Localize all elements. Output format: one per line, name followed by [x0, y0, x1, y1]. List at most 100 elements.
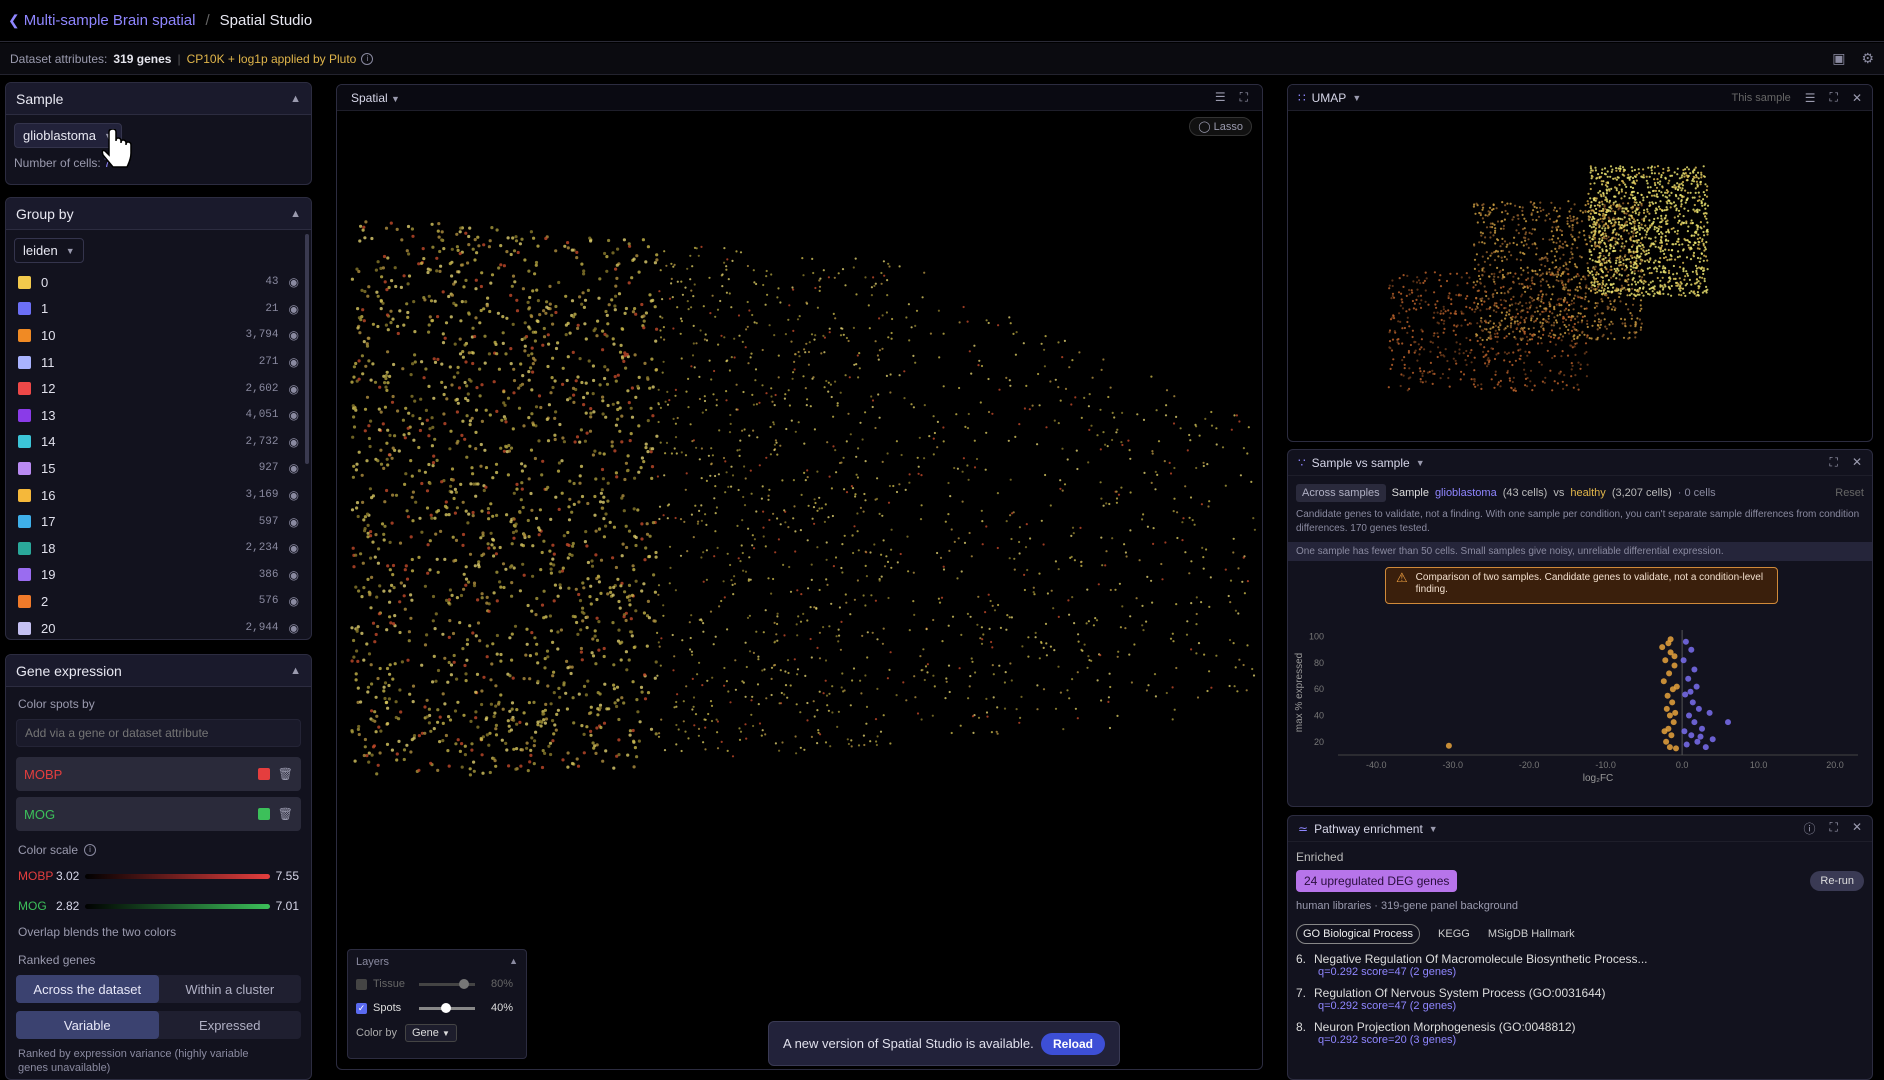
eye-icon[interactable]: ◉ [289, 408, 299, 422]
spots-checkbox[interactable]: ✓ [356, 1002, 367, 1014]
group-color-swatch[interactable] [18, 275, 31, 289]
umap-scope[interactable]: This sample [1731, 92, 1790, 104]
group-color-swatch[interactable] [18, 302, 31, 316]
eye-icon[interactable]: ◉ [289, 275, 299, 289]
gene-search-input[interactable] [16, 719, 301, 747]
color-by-select[interactable]: Gene ▼ [404, 1024, 457, 1042]
spatial-tissue-plot[interactable] [337, 215, 1262, 915]
eye-icon[interactable]: ◉ [289, 568, 299, 582]
tissue-checkbox[interactable] [356, 978, 367, 990]
lasso-button[interactable]: ◯ Lasso [1189, 117, 1252, 136]
settings-sliders-icon[interactable]: ☰ [1805, 91, 1816, 105]
group-by-select[interactable]: leiden ▼ [14, 238, 84, 263]
group-row[interactable]: 19 386 ◉ [6, 562, 311, 589]
group-row[interactable]: 0 43 ◉ [6, 269, 311, 296]
group-row[interactable]: 16 3,169 ◉ [6, 482, 311, 509]
eye-icon[interactable]: ◉ [289, 435, 299, 449]
group-by-header[interactable]: Group by ▲ [6, 198, 311, 230]
eye-icon[interactable]: ◉ [289, 355, 299, 369]
trash-icon[interactable]: 🗑 [278, 807, 293, 821]
group-color-swatch[interactable] [18, 328, 31, 342]
spatial-spot [1147, 684, 1150, 687]
gene-chip-mog[interactable]: MOG 🗑 [16, 797, 301, 831]
group-color-swatch[interactable] [18, 408, 31, 422]
group-row[interactable]: 14 2,732 ◉ [6, 429, 311, 456]
umap-point [1628, 331, 1631, 334]
close-icon[interactable]: ✕ [1852, 91, 1862, 105]
eye-icon[interactable]: ◉ [289, 488, 299, 502]
spots-slider[interactable] [419, 1002, 475, 1013]
eye-icon[interactable]: ◉ [289, 541, 299, 555]
fullscreen-icon[interactable]: ⛶ [1830, 90, 1838, 105]
group-color-swatch[interactable] [18, 594, 31, 608]
umap-point [1387, 386, 1390, 389]
group-row[interactable]: 13 4,051 ◉ [6, 402, 311, 429]
gear-icon[interactable]: ⚙ [1861, 50, 1874, 67]
tab-variable[interactable]: Variable [16, 1011, 159, 1039]
gradient-bar[interactable] [85, 903, 270, 909]
gene-color-swatch[interactable] [257, 808, 270, 820]
gene-expression-header[interactable]: Gene expression ▲ [6, 655, 311, 687]
umap-plot[interactable] [1288, 111, 1872, 441]
group-row[interactable]: 1 21 ◉ [6, 296, 311, 323]
chevron-left-icon[interactable]: ❮ [8, 12, 20, 29]
group-row[interactable]: 18 2,234 ◉ [6, 535, 311, 562]
group-color-swatch[interactable] [18, 541, 31, 555]
tab-expressed[interactable]: Expressed [159, 1011, 302, 1039]
group-row[interactable]: 17 597 ◉ [6, 508, 311, 535]
spatial-spot [649, 299, 653, 303]
chevron-up-icon[interactable]: ▲ [290, 665, 301, 677]
gradient-bar[interactable] [85, 873, 270, 879]
group-color-swatch[interactable] [18, 355, 31, 369]
gene-color-swatch[interactable] [257, 768, 270, 780]
scrollbar[interactable] [305, 234, 309, 464]
spatial-spot [887, 501, 891, 504]
group-color-swatch[interactable] [18, 488, 31, 502]
umap-view-select[interactable]: ∷ UMAP ▼ [1298, 91, 1361, 105]
chevron-up-icon[interactable]: ▲ [290, 93, 301, 105]
info-icon[interactable]: i [84, 844, 97, 856]
fullscreen-icon[interactable]: ⛶ [1240, 90, 1248, 105]
group-color-swatch[interactable] [18, 515, 31, 529]
group-row[interactable]: 20 2,944 ◉ [6, 615, 311, 639]
chevron-up-icon[interactable]: ▲ [290, 208, 301, 220]
slider-thumb[interactable] [441, 1002, 451, 1013]
group-color-swatch[interactable] [18, 568, 31, 582]
eye-icon[interactable]: ◉ [289, 382, 299, 396]
group-color-swatch[interactable] [18, 382, 31, 396]
tissue-slider[interactable] [419, 978, 475, 989]
group-color-swatch[interactable] [18, 435, 31, 449]
settings-sliders-icon[interactable]: ☰ [1215, 90, 1226, 105]
group-row[interactable]: 10 3,794 ◉ [6, 322, 311, 349]
group-color-swatch[interactable] [18, 461, 31, 475]
eye-icon[interactable]: ◉ [289, 328, 299, 342]
camera-icon[interactable]: ▣ [1832, 50, 1845, 67]
info-icon[interactable]: i [361, 52, 374, 65]
group-row[interactable]: 15 927 ◉ [6, 455, 311, 482]
umap-point [1453, 324, 1456, 327]
group-row[interactable]: 11 271 ◉ [6, 349, 311, 376]
eye-icon[interactable]: ◉ [289, 621, 299, 635]
tab-across-dataset[interactable]: Across the dataset [16, 975, 159, 1003]
group-color-swatch[interactable] [18, 621, 31, 635]
umap-point [1701, 276, 1704, 279]
spatial-spot [583, 322, 587, 326]
spatial-spot [689, 254, 692, 257]
slider-thumb[interactable] [459, 978, 469, 989]
layers-header[interactable]: Layers ▲ [356, 956, 518, 968]
chevron-up-icon[interactable]: ▲ [509, 956, 518, 968]
trash-icon[interactable]: 🗑 [278, 767, 293, 781]
gene-chip-mobp[interactable]: MOBP 🗑 [16, 757, 301, 791]
breadcrumb-project-link[interactable]: Multi-sample Brain spatial [24, 12, 196, 29]
sample-panel-header[interactable]: Sample ▲ [6, 83, 311, 115]
spatial-spot [511, 517, 515, 521]
eye-icon[interactable]: ◉ [289, 461, 299, 475]
group-row[interactable]: 12 2,602 ◉ [6, 375, 311, 402]
eye-icon[interactable]: ◉ [289, 302, 299, 316]
group-row[interactable]: 2 576 ◉ [6, 588, 311, 615]
eye-icon[interactable]: ◉ [289, 515, 299, 529]
spatial-view-select[interactable]: Spatial ▼ [351, 91, 400, 105]
spatial-spot [793, 368, 796, 371]
eye-icon[interactable]: ◉ [289, 594, 299, 608]
tab-within-cluster[interactable]: Within a cluster [159, 975, 302, 1003]
